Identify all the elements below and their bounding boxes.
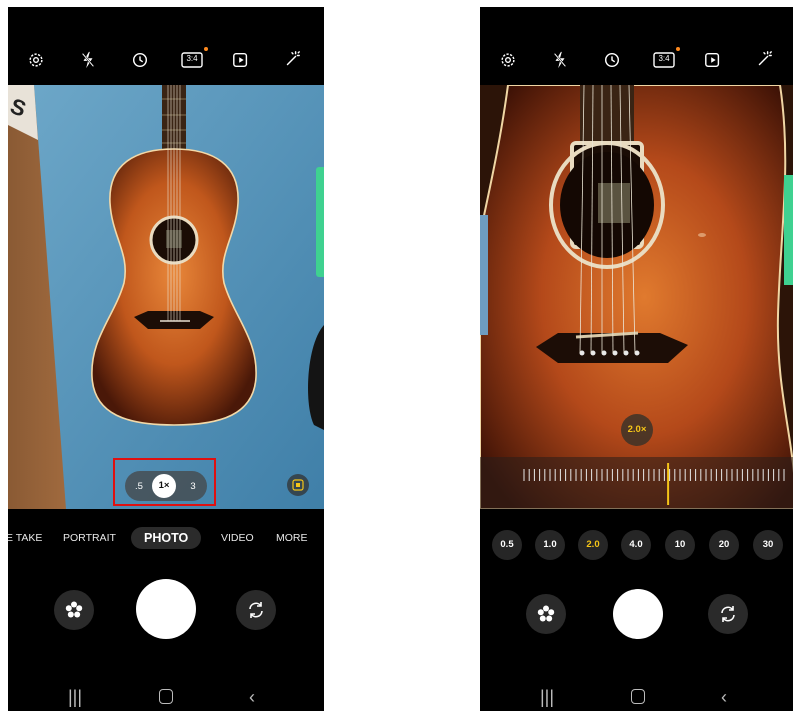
motion-photo-icon[interactable] (230, 49, 252, 71)
flower-icon (65, 601, 83, 618)
switch-camera-icon (721, 606, 735, 622)
back-icon[interactable]: ‹ (249, 687, 255, 708)
effects-icon[interactable] (281, 49, 303, 71)
effects-button[interactable] (54, 590, 94, 630)
mode-single-take[interactable]: E TAKE (8, 527, 42, 549)
switch-camera-button[interactable] (236, 590, 276, 630)
shutter-button[interactable] (613, 589, 663, 639)
camera-screen-2x: 3:4 2.0× 0.5 1.0 2.0 4.0 10 20 30 ||| ‹ (480, 7, 793, 711)
flower-icon (537, 605, 555, 622)
zoom-level-badge: 2.0× (621, 414, 653, 446)
camera-top-bar: 3:4 (480, 7, 793, 85)
aspect-ratio-label: 3:4 (658, 54, 670, 63)
aspect-ratio-icon[interactable]: 3:4 (651, 49, 677, 71)
mode-more[interactable]: MORE (276, 527, 308, 549)
zoom-chip-2-0[interactable]: 2.0 (578, 530, 608, 560)
settings-icon[interactable] (25, 49, 47, 71)
recent-apps-icon[interactable]: ||| (68, 687, 82, 708)
zoom-slider-ticks (523, 463, 785, 505)
switch-camera-button[interactable] (708, 594, 748, 634)
zoom-chip-4-0[interactable]: 4.0 (621, 530, 651, 560)
new-indicator-dot (676, 47, 680, 51)
camera-screen-1x: 3:4 S .5 1× 3 E TAKE PORTRAIT PHOTO VIDE… (8, 7, 324, 711)
effects-button[interactable] (526, 594, 566, 634)
guitar-preview-image: S (8, 85, 324, 509)
new-indicator-dot (204, 47, 208, 51)
motion-photo-icon[interactable] (702, 49, 724, 71)
flash-off-icon[interactable] (549, 49, 571, 71)
zoom-slider[interactable] (480, 457, 793, 509)
zoom-highlight-box (113, 458, 216, 506)
zoom-chip-0-5[interactable]: 0.5 (492, 530, 522, 560)
scene-optimizer-button[interactable] (287, 474, 309, 496)
zoom-chip-1-0[interactable]: 1.0 (535, 530, 565, 560)
timer-icon[interactable] (129, 49, 151, 71)
home-icon[interactable] (631, 689, 645, 704)
zoom-chip-30[interactable]: 30 (753, 530, 783, 560)
camera-mode-bar: E TAKE PORTRAIT PHOTO VIDEO MORE (8, 527, 324, 549)
aspect-ratio-icon[interactable]: 3:4 (179, 49, 205, 71)
camera-top-bar: 3:4 (8, 7, 324, 85)
zoom-chip-10[interactable]: 10 (665, 530, 695, 560)
recent-apps-icon[interactable]: ||| (540, 687, 554, 708)
aspect-ratio-label: 3:4 (186, 54, 198, 63)
switch-camera-icon (249, 602, 263, 618)
timer-icon[interactable] (601, 49, 623, 71)
flash-off-icon[interactable] (77, 49, 99, 71)
zoom-chip-20[interactable]: 20 (709, 530, 739, 560)
camera-viewfinder[interactable]: S (8, 85, 324, 509)
scene-optimizer-icon (292, 479, 304, 491)
back-icon[interactable]: ‹ (721, 687, 727, 708)
mode-portrait[interactable]: PORTRAIT (63, 527, 116, 549)
shutter-button[interactable] (136, 579, 196, 639)
effects-icon[interactable] (753, 49, 775, 71)
home-icon[interactable] (159, 689, 173, 704)
mode-video[interactable]: VIDEO (221, 527, 254, 549)
mode-photo[interactable]: PHOTO (131, 527, 202, 549)
settings-icon[interactable] (497, 49, 519, 71)
